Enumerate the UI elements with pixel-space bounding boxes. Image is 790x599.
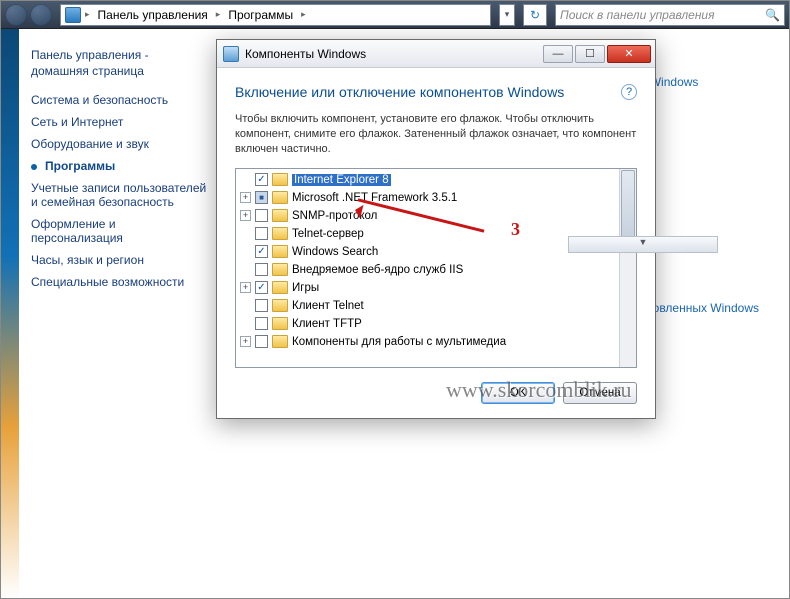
forward-button[interactable] (30, 4, 52, 26)
feature-label: Игры (292, 282, 319, 294)
dialog-title: Компоненты Windows (245, 47, 366, 61)
feature-checkbox[interactable] (255, 209, 268, 222)
chevron-right-icon: ▸ (301, 9, 306, 20)
breadcrumb[interactable]: ▸ Панель управления ▸ Программы ▸ (60, 4, 491, 26)
sidebar-item-clock[interactable]: Часы, язык и регион (31, 253, 209, 267)
feature-checkbox[interactable] (255, 245, 268, 258)
ok-button[interactable]: OK (481, 382, 555, 404)
dialog-heading: Включение или отключение компонентов Win… (235, 84, 564, 100)
feature-label: Клиент Telnet (292, 300, 364, 312)
folder-icon (272, 317, 288, 330)
windows-features-dialog: Компоненты Windows — ☐ ✕ ? Включение или… (216, 39, 656, 419)
sidebar-item-programs[interactable]: Программы (31, 159, 209, 173)
breadcrumb-control-panel[interactable]: Панель управления (94, 8, 212, 22)
features-tree: Internet Explorer 8 + Microsoft .NET Frame… (235, 168, 637, 368)
feature-label: Windows Search (292, 246, 378, 258)
feature-label: SNMP-протокол (292, 210, 377, 222)
folder-icon (272, 227, 288, 240)
chevron-right-icon: ▸ (216, 9, 221, 20)
folder-icon (272, 299, 288, 312)
feature-checkbox[interactable] (255, 191, 268, 204)
sidebar-item-accounts[interactable]: Учетные записи пользователей и семейная … (31, 181, 209, 209)
feature-item[interactable]: Telnet-сервер (236, 225, 619, 243)
folder-icon (272, 209, 288, 222)
feature-label: Internet Explorer 8 (292, 174, 391, 186)
help-icon[interactable]: ? (621, 84, 637, 100)
feature-checkbox[interactable] (255, 227, 268, 240)
decorative-stripe (1, 29, 19, 598)
folder-icon (272, 173, 288, 186)
feature-checkbox[interactable] (255, 173, 268, 186)
search-icon: 🔍 (765, 8, 780, 22)
maximize-button[interactable]: ☐ (575, 45, 605, 63)
control-panel-icon (65, 7, 81, 23)
feature-item[interactable]: Клиент Telnet (236, 297, 619, 315)
sidebar-item-appearance[interactable]: Оформление и персонализация (31, 217, 209, 245)
feature-item[interactable]: Windows Search (236, 243, 619, 261)
folder-icon (272, 281, 288, 294)
windows-features-icon (223, 46, 239, 62)
feature-label: Компоненты для работы с мультимедиа (292, 336, 506, 348)
address-dropdown-button[interactable]: ▾ (499, 4, 515, 26)
search-placeholder: Поиск в панели управления (560, 8, 715, 22)
active-marker-icon (31, 164, 37, 170)
folder-icon (272, 263, 288, 276)
address-bar: ▸ Панель управления ▸ Программы ▸ ▾ ↻ По… (1, 1, 789, 29)
dialog-description: Чтобы включить компонент, установите его… (235, 112, 637, 158)
feature-checkbox[interactable] (255, 263, 268, 276)
folder-icon (272, 245, 288, 258)
feature-label: Клиент TFTP (292, 318, 362, 330)
breadcrumb-programs[interactable]: Программы (224, 8, 297, 22)
sidebar-home-link[interactable]: Панель управления - домашняя страница (31, 47, 209, 79)
cancel-button[interactable]: Отмена (563, 382, 637, 404)
scrollbar[interactable]: ▲ ▼ (619, 169, 636, 367)
chevron-right-icon: ▸ (85, 9, 90, 20)
annotation-number: 3 (511, 219, 520, 240)
minimize-button[interactable]: — (543, 45, 573, 63)
feature-checkbox[interactable] (255, 335, 268, 348)
close-button[interactable]: ✕ (607, 45, 651, 63)
feature-checkbox[interactable] (255, 299, 268, 312)
scroll-thumb[interactable] (621, 170, 635, 240)
sidebar-item-network[interactable]: Сеть и Интернет (31, 115, 209, 129)
refresh-button[interactable]: ↻ (523, 4, 547, 26)
feature-item[interactable]: Клиент TFTP (236, 315, 619, 333)
sidebar: Панель управления - домашняя страница Си… (19, 29, 219, 598)
sidebar-item-hardware[interactable]: Оборудование и звук (31, 137, 209, 151)
feature-checkbox[interactable] (255, 281, 268, 294)
folder-icon (272, 335, 288, 348)
feature-item[interactable]: + Microsoft .NET Framework 3.5.1 (236, 189, 619, 207)
expand-toggle[interactable]: + (240, 282, 251, 293)
feature-item[interactable]: + Игры (236, 279, 619, 297)
expand-toggle[interactable]: + (240, 210, 251, 221)
search-input[interactable]: Поиск в панели управления 🔍 (555, 4, 785, 26)
expand-toggle[interactable]: + (240, 192, 251, 203)
feature-checkbox[interactable] (255, 317, 268, 330)
feature-label: Внедряемое веб-ядро служб IIS (292, 264, 463, 276)
sidebar-item-accessibility[interactable]: Специальные возможности (31, 275, 209, 289)
feature-item[interactable]: + Компоненты для работы с мультимедиа (236, 333, 619, 351)
feature-label: Microsoft .NET Framework 3.5.1 (292, 192, 457, 204)
dialog-titlebar[interactable]: Компоненты Windows — ☐ ✕ (217, 40, 655, 68)
feature-item[interactable]: Internet Explorer 8 (236, 171, 619, 189)
feature-item[interactable]: + SNMP-протокол (236, 207, 619, 225)
back-button[interactable] (5, 4, 27, 26)
folder-icon (272, 191, 288, 204)
sidebar-item-system[interactable]: Система и безопасность (31, 93, 209, 107)
expand-toggle[interactable]: + (240, 336, 251, 347)
feature-item[interactable]: Внедряемое веб-ядро служб IIS (236, 261, 619, 279)
feature-label: Telnet-сервер (292, 228, 364, 240)
